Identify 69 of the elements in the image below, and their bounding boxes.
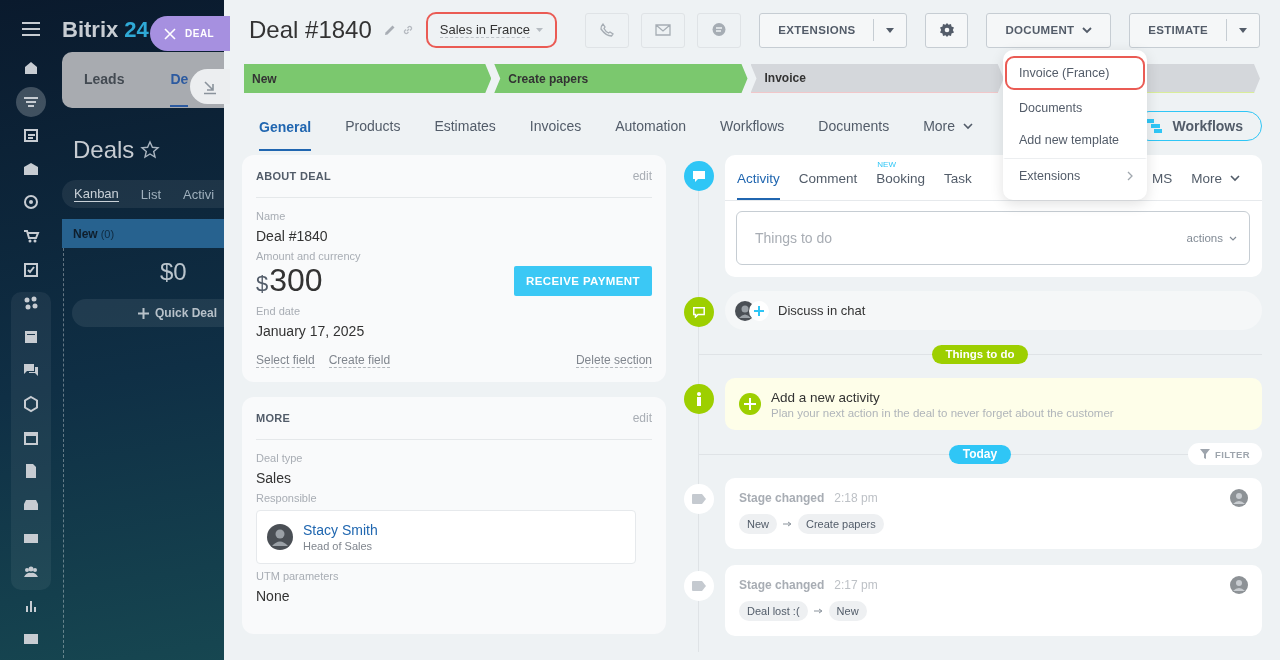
tab[interactable]: Workflows xyxy=(720,101,785,151)
todo-divider-label: Things to do xyxy=(931,344,1029,364)
field-link[interactable]: Create field xyxy=(328,353,391,368)
history-title: Stage changed xyxy=(739,578,825,592)
history-time: 2:18 pm xyxy=(834,491,878,505)
field-label: Amount and currency xyxy=(256,250,362,262)
stage-chip: New xyxy=(739,514,777,534)
column-name: New xyxy=(73,226,98,241)
new-activity-title: Add a new activity xyxy=(771,389,881,405)
tab[interactable]: Invoices xyxy=(529,101,582,151)
chat-label: Discuss in chat xyxy=(778,303,866,318)
pipeline-selector[interactable]: Sales in France xyxy=(425,12,558,48)
deal-title: Deal #1840 xyxy=(249,16,372,44)
actions-dropdown[interactable]: actions xyxy=(1186,232,1237,244)
stage-step[interactable]: Create papers xyxy=(494,64,748,93)
tab[interactable]: Automation xyxy=(615,101,687,151)
crm-tab[interactable]: Leads xyxy=(84,53,125,107)
field-link[interactable]: Select field xyxy=(256,353,315,368)
history-time: 2:17 pm xyxy=(834,578,878,592)
editor-tab[interactable]: Activity xyxy=(737,155,780,200)
editor-tab[interactable]: More xyxy=(1191,155,1240,200)
view-tab[interactable]: Activi xyxy=(183,186,215,202)
menu-item[interactable]: Extensions xyxy=(1003,158,1147,192)
field-label: Deal type xyxy=(256,452,304,464)
stage-chip: Deal lost :( xyxy=(739,601,808,621)
field-value: January 17, 2025 xyxy=(256,323,366,339)
tab[interactable]: More xyxy=(923,101,974,151)
menu-item[interactable]: Invoice (France) xyxy=(1005,56,1145,90)
tab[interactable]: Products xyxy=(345,101,401,151)
field-label: Responsible xyxy=(256,492,318,504)
editor-tab[interactable]: Task xyxy=(944,155,972,200)
stage-step[interactable]: Invoice xyxy=(750,64,1004,93)
field-value: Deal #1840 xyxy=(256,228,329,244)
section-title: ABOUT DEAL xyxy=(256,170,332,182)
toolbar-button[interactable]: DOCUMENT xyxy=(986,12,1112,48)
today-divider-label: Today xyxy=(948,444,1012,464)
editor-tab[interactable]: Comment xyxy=(798,155,858,200)
editor-tab[interactable]: NEW Booking xyxy=(876,155,926,200)
stage-chip: New xyxy=(828,601,867,621)
view-tab[interactable]: Kanban xyxy=(74,186,119,202)
new-activity-card[interactable]: Add a new activity Plan your next action in the deal to never forget about the customer xyxy=(725,378,1262,430)
stage-step[interactable]: New xyxy=(244,64,492,93)
section-title: MORE xyxy=(256,412,291,424)
editor-tab[interactable]: MS xyxy=(1152,155,1173,200)
person-position: Head of Sales xyxy=(303,540,374,552)
tab[interactable]: Documents xyxy=(818,101,890,151)
field-label: End date xyxy=(256,305,302,317)
column-count: (0) xyxy=(100,227,115,240)
field-label: Name xyxy=(256,210,287,222)
view-tab[interactable]: List xyxy=(140,186,162,202)
logo: Bitrix 24 xyxy=(62,17,149,43)
field-value: Sales xyxy=(256,470,293,486)
column-total: $0 xyxy=(160,258,188,286)
field-value: None xyxy=(256,588,291,604)
toolbar-button[interactable]: EXTENSIONS xyxy=(759,12,908,48)
chat-bar[interactable]: Discuss in chat xyxy=(725,291,1262,330)
toolbar-button[interactable]: ESTIMATE xyxy=(1129,12,1260,48)
new-activity-hint: Plan your next action in the deal to never forget about the customer xyxy=(771,406,1114,419)
delete-section-link[interactable]: Delete section xyxy=(575,353,652,368)
history-title: Stage changed xyxy=(739,491,825,505)
stage-chip: Create papers xyxy=(798,514,884,534)
amount-value: $300 xyxy=(256,262,323,299)
person-name-link[interactable]: Stacy Smith xyxy=(303,522,378,538)
new-label: NEW xyxy=(877,160,896,169)
field-label: UTM parameters xyxy=(256,570,340,582)
tab[interactable]: Estimates xyxy=(434,101,496,151)
tab[interactable]: General xyxy=(259,117,312,151)
page-title: Deals xyxy=(73,136,135,164)
todo-input-field[interactable]: Things to do actions xyxy=(736,211,1250,265)
